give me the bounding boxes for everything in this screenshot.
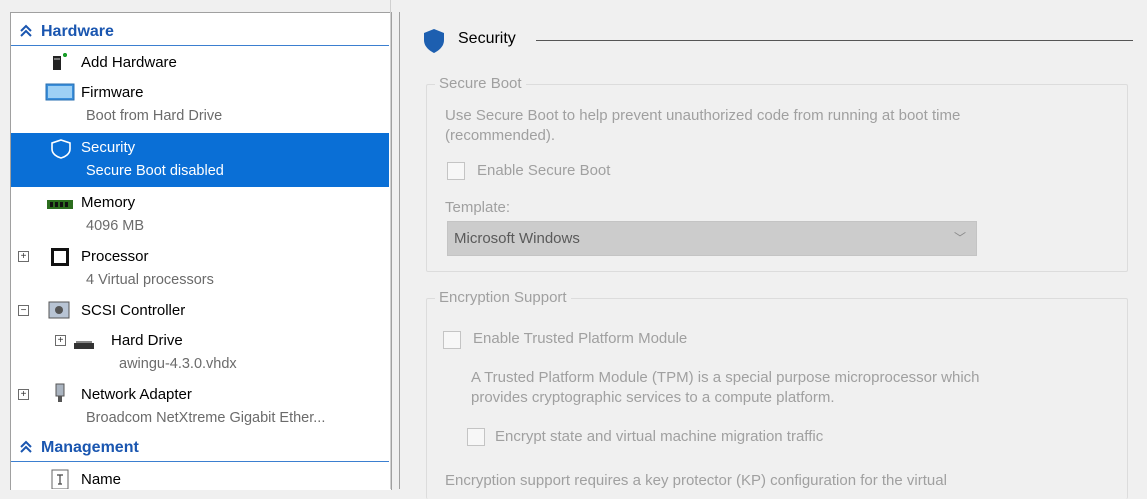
tree-item-label: Firmware (81, 84, 144, 101)
tree-item-label: Name (81, 471, 122, 488)
add-hardware-icon (53, 53, 67, 70)
security-settings-pane: Security Secure Boot Use Secure Boot to … (400, 12, 1147, 499)
template-dropdown-value: Microsoft Windows (454, 230, 580, 247)
collapse-minus-icon[interactable]: − (18, 305, 29, 316)
tree-item-add-hardware[interactable]: Add Hardware (11, 51, 389, 77)
enable-secure-boot-label: Enable Secure Boot (477, 162, 611, 179)
tree-item-firmware[interactable]: Firmware Boot from Hard Drive (11, 81, 389, 131)
template-label: Template: (445, 199, 511, 216)
secure-boot-group: Secure Boot Use Secure Boot to help prev… (426, 75, 1128, 272)
hardware-tree[interactable]: Hardware Add Hardware Firmware Boot from… (10, 12, 392, 490)
pane-splitter[interactable] (390, 0, 391, 489)
category-management[interactable]: Management (11, 437, 389, 462)
category-hardware[interactable]: Hardware (11, 21, 389, 46)
section-divider (536, 40, 1133, 41)
tree-item-memory[interactable]: Memory 4096 MB (11, 191, 389, 241)
enable-tpm-label: Enable Trusted Platform Module (473, 330, 688, 347)
expand-plus-icon[interactable]: + (18, 389, 29, 400)
tree-item-processor[interactable]: + Processor 4 Virtual processors (11, 245, 389, 295)
collapse-chevron-icon[interactable] (19, 24, 33, 38)
tree-item-label: Add Hardware (81, 54, 177, 71)
tree-item-label: Processor (81, 248, 149, 265)
expand-plus-icon[interactable]: + (18, 251, 29, 262)
tpm-description-line1: A Trusted Platform Module (TPM) is a spe… (471, 369, 980, 386)
encryption-support-group: Encryption Support Enable Trusted Platfo… (426, 289, 1128, 499)
expand-plus-icon[interactable]: + (55, 335, 66, 346)
chevron-down-icon: ﹀ (953, 231, 966, 245)
memory-chip-icon (47, 200, 73, 209)
group-title: Encryption Support (435, 289, 571, 306)
name-icon (51, 469, 69, 489)
tree-item-hard-drive[interactable]: + Hard Drive awingu-4.3.0.vhdx (11, 329, 389, 379)
tree-item-label: Hard Drive (111, 332, 183, 349)
processor-icon (51, 248, 69, 266)
shield-icon (51, 139, 71, 159)
tree-item-label: SCSI Controller (81, 302, 186, 319)
tree-item-security[interactable]: Security Secure Boot disabled (11, 133, 389, 187)
tpm-description-line2: provides cryptographic services to a com… (471, 389, 835, 406)
tree-item-network-adapter[interactable]: + Network Adapter Broadcom NetXtreme Gig… (11, 383, 389, 433)
encrypt-state-checkbox[interactable] (467, 428, 485, 446)
template-dropdown[interactable]: Microsoft Windows ﹀ (447, 221, 977, 256)
secure-boot-description-line1: Use Secure Boot to help prevent unauthor… (445, 107, 961, 124)
network-adapter-icon (55, 383, 65, 402)
tree-item-sub: awingu-4.3.0.vhdx (119, 356, 237, 372)
tree-item-sub: 4096 MB (86, 218, 145, 234)
tree-item-label: Memory (81, 194, 136, 211)
shield-icon (424, 29, 444, 53)
firmware-monitor-icon (45, 83, 75, 101)
secure-boot-description-line2: (recommended). (445, 127, 556, 144)
tree-item-label: Security (81, 139, 136, 156)
category-hardware-label: Hardware (41, 23, 114, 40)
enable-tpm-checkbox[interactable] (443, 331, 461, 349)
enable-secure-boot-checkbox[interactable] (447, 162, 465, 180)
tree-item-label: Network Adapter (81, 386, 192, 403)
tree-item-sub: Boot from Hard Drive (86, 108, 223, 124)
tree-item-name[interactable]: Name (11, 467, 389, 490)
collapse-chevron-icon[interactable] (19, 440, 33, 454)
encryption-footer-text: Encryption support requires a key protec… (445, 472, 947, 489)
tree-item-sub: Secure Boot disabled (86, 163, 224, 179)
hard-drive-icon (74, 341, 94, 349)
scsi-controller-icon (48, 301, 70, 319)
tree-item-sub: Broadcom NetXtreme Gigabit Ether... (86, 410, 326, 426)
category-management-label: Management (41, 439, 139, 456)
page-title: Security (458, 30, 516, 47)
group-title: Secure Boot (435, 75, 526, 92)
encrypt-state-label: Encrypt state and virtual machine migrat… (495, 428, 824, 445)
tree-item-scsi-controller[interactable]: − SCSI Controller (11, 299, 389, 325)
tree-item-sub: 4 Virtual processors (86, 272, 214, 288)
